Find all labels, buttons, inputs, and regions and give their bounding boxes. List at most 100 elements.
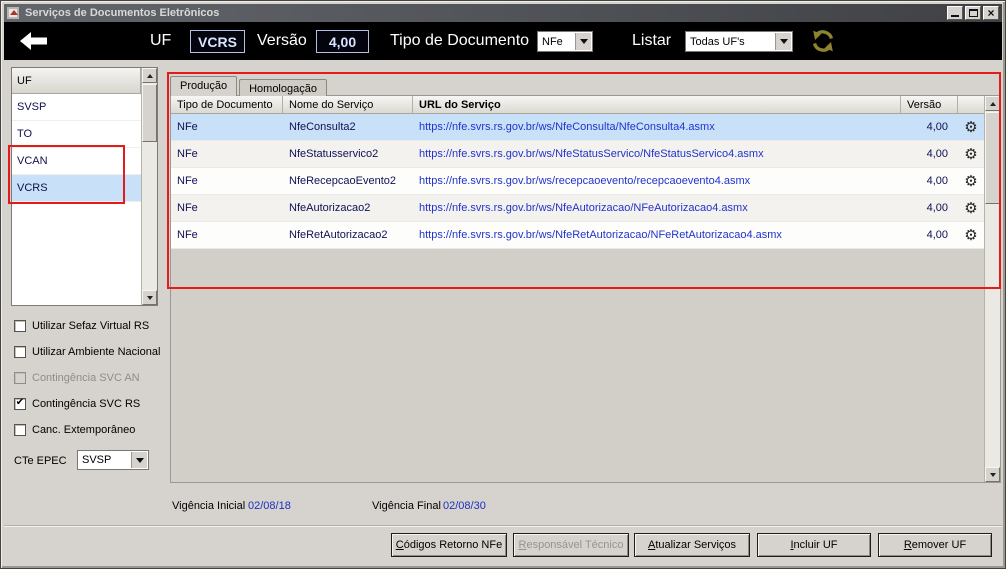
refresh-button[interactable] bbox=[810, 28, 836, 59]
maximize-button[interactable] bbox=[965, 6, 981, 20]
toolbar: UF VCRS Versão 4,00 Tipo de Documento NF… bbox=[4, 22, 1002, 60]
dropdown-arrow-icon[interactable] bbox=[775, 33, 791, 50]
cell-nome: NfeRetAutorizacao2 bbox=[289, 229, 388, 241]
list-item-label: VCAN bbox=[17, 155, 48, 167]
uf-list-rows: SVSP TO VCAN VCRS bbox=[12, 94, 141, 305]
uf-value-field[interactable]: VCRS bbox=[190, 30, 245, 53]
gear-icon[interactable]: ⚙ bbox=[958, 168, 984, 194]
list-item-label: SVSP bbox=[17, 101, 47, 113]
cte-epec-select[interactable]: SVSP bbox=[77, 450, 149, 470]
table-row[interactable]: NFe NfeConsulta2 https://nfe.svrs.rs.gov… bbox=[171, 114, 984, 141]
cte-epec-label: CTe EPEC bbox=[14, 455, 67, 467]
app-window: Serviços de Documentos Eletrônicos × UF … bbox=[0, 0, 1006, 569]
cell-tipo: NFe bbox=[177, 148, 198, 160]
cell-nome: NfeStatusservico2 bbox=[289, 148, 379, 160]
cell-url: https://nfe.svrs.rs.gov.br/ws/NfeConsult… bbox=[419, 121, 715, 133]
tab-homologacao[interactable]: Homologação bbox=[239, 79, 327, 96]
cte-epec-value: SVSP bbox=[82, 454, 112, 466]
scroll-down-icon[interactable] bbox=[142, 290, 157, 305]
cell-versao: 4,00 bbox=[926, 148, 948, 160]
gear-icon[interactable]: ⚙ bbox=[958, 222, 984, 248]
atualizar-servicos-button[interactable]: Atualizar Serviços bbox=[634, 533, 750, 557]
listar-select[interactable]: Todas UF's bbox=[685, 31, 793, 52]
scrollbar-thumb[interactable] bbox=[985, 112, 1000, 204]
tab-bar: Produção Homologação bbox=[170, 76, 329, 96]
column-header-versao[interactable]: Versão bbox=[901, 96, 958, 113]
dropdown-arrow-icon[interactable] bbox=[131, 452, 147, 468]
list-item-label: TO bbox=[17, 128, 33, 140]
close-button[interactable]: × bbox=[983, 6, 999, 20]
column-header-url[interactable]: URL do Serviço bbox=[413, 96, 901, 113]
table-scrollbar[interactable] bbox=[984, 96, 1000, 482]
titlebar[interactable]: Serviços de Documentos Eletrônicos × bbox=[4, 4, 1002, 22]
app-icon bbox=[7, 6, 21, 20]
cell-tipo: NFe bbox=[177, 229, 198, 241]
uf-label: UF bbox=[150, 32, 172, 49]
uf-list-header[interactable]: UF bbox=[12, 68, 141, 94]
table-row[interactable]: NFe NfeRetAutorizacao2 https://nfe.svrs.… bbox=[171, 222, 984, 249]
column-header-actions bbox=[958, 96, 984, 113]
codigos-retorno-nfe-button[interactable]: Códigos Retorno NFe bbox=[391, 533, 507, 557]
vigencia-final-value: 02/08/30 bbox=[443, 500, 486, 512]
checkbox-box: ✔ bbox=[14, 398, 26, 410]
checkbox-box bbox=[14, 320, 26, 332]
incluir-uf-button[interactable]: Incluir UF bbox=[757, 533, 871, 557]
checkbox-label: Contingência SVC RS bbox=[32, 398, 141, 410]
window-controls: × bbox=[947, 6, 999, 20]
tipo-documento-label: Tipo de Documento bbox=[390, 32, 530, 49]
scrollbar-thumb[interactable] bbox=[142, 84, 157, 142]
tipo-documento-value: NFe bbox=[542, 35, 563, 48]
list-item[interactable]: SVSP bbox=[12, 94, 141, 121]
list-item[interactable]: VCAN bbox=[12, 148, 141, 175]
scroll-up-icon[interactable] bbox=[142, 68, 157, 83]
back-arrow-icon bbox=[20, 32, 47, 50]
listar-label: Listar bbox=[632, 32, 672, 49]
maximize-icon bbox=[968, 9, 978, 17]
checkbox-label: Utilizar Sefaz Virtual RS bbox=[32, 320, 150, 332]
column-header-tipo[interactable]: Tipo de Documento bbox=[171, 96, 283, 113]
tab-producao[interactable]: Produção bbox=[170, 76, 238, 96]
checkbox-utilizar-ambiente-nacional[interactable]: Utilizar Ambiente Nacional bbox=[14, 345, 160, 359]
refresh-icon bbox=[812, 30, 834, 52]
list-item[interactable]: TO bbox=[12, 121, 141, 148]
cell-url: https://nfe.svrs.rs.gov.br/ws/recepcaoev… bbox=[419, 175, 751, 187]
cell-url: https://nfe.svrs.rs.gov.br/ws/NfeRetAuto… bbox=[419, 229, 782, 241]
gear-icon[interactable]: ⚙ bbox=[958, 141, 984, 167]
table-header-row: Tipo de Documento Nome do Serviço URL do… bbox=[171, 96, 984, 114]
remover-uf-button[interactable]: Remover UF bbox=[878, 533, 992, 557]
checkbox-canc-extemporaneo[interactable]: Canc. Extemporâneo bbox=[14, 423, 135, 437]
tipo-documento-select[interactable]: NFe bbox=[537, 31, 593, 52]
footer-divider bbox=[4, 525, 1002, 527]
checkbox-contingencia-svc-rs[interactable]: ✔ Contingência SVC RS bbox=[14, 397, 140, 411]
window-title: Serviços de Documentos Eletrônicos bbox=[25, 7, 220, 19]
uf-list-scrollbar[interactable] bbox=[141, 68, 157, 305]
cell-url: https://nfe.svrs.rs.gov.br/ws/NfeStatusS… bbox=[419, 148, 764, 160]
services-table: Tipo de Documento Nome do Serviço URL do… bbox=[170, 95, 1001, 483]
uf-list: UF SVSP TO VCAN VCRS bbox=[11, 67, 158, 306]
cell-url: https://nfe.svrs.rs.gov.br/ws/NfeAutoriz… bbox=[419, 202, 748, 214]
versao-value-field[interactable]: 4,00 bbox=[316, 30, 369, 53]
column-header-nome[interactable]: Nome do Serviço bbox=[283, 96, 413, 113]
listar-value: Todas UF's bbox=[690, 35, 745, 48]
scroll-down-icon[interactable] bbox=[985, 467, 1000, 482]
checkbox-box bbox=[14, 346, 26, 358]
responsavel-tecnico-button: Responsável Técnico bbox=[513, 533, 629, 557]
gear-icon[interactable]: ⚙ bbox=[958, 195, 984, 221]
check-icon: ✔ bbox=[15, 397, 25, 408]
list-item-selected[interactable]: VCRS bbox=[12, 175, 141, 202]
checkbox-label: Utilizar Ambiente Nacional bbox=[32, 346, 161, 358]
checkbox-utilizar-sefaz-virtual-rs[interactable]: Utilizar Sefaz Virtual RS bbox=[14, 319, 149, 333]
cell-versao: 4,00 bbox=[926, 229, 948, 241]
checkbox-label: Contingência SVC AN bbox=[32, 372, 140, 384]
minimize-button[interactable] bbox=[947, 6, 963, 20]
scroll-up-icon[interactable] bbox=[985, 96, 1000, 111]
checkbox-label: Canc. Extemporâneo bbox=[32, 424, 136, 436]
table-row[interactable]: NFe NfeRecepcaoEvento2 https://nfe.svrs.… bbox=[171, 168, 984, 195]
cell-nome: NfeConsulta2 bbox=[289, 121, 356, 133]
back-button[interactable] bbox=[20, 32, 47, 53]
table-row[interactable]: NFe NfeAutorizacao2 https://nfe.svrs.rs.… bbox=[171, 195, 984, 222]
dropdown-arrow-icon[interactable] bbox=[575, 33, 591, 50]
table-row[interactable]: NFe NfeStatusservico2 https://nfe.svrs.r… bbox=[171, 141, 984, 168]
cell-versao: 4,00 bbox=[926, 175, 948, 187]
gear-icon[interactable]: ⚙ bbox=[958, 114, 984, 140]
